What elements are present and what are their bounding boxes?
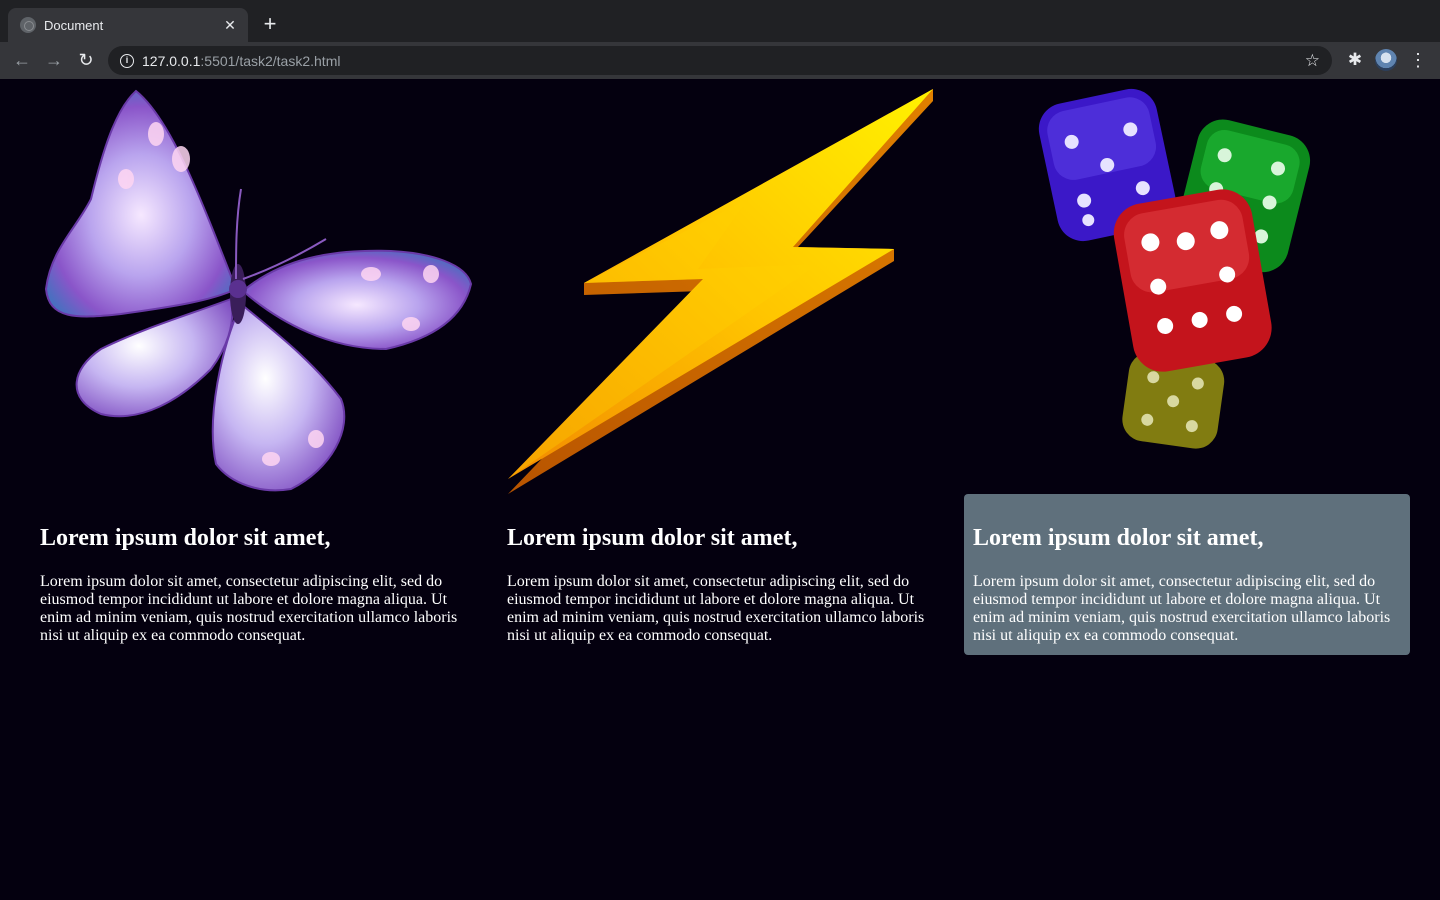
bookmark-star-icon[interactable]: ☆ <box>1305 51 1320 71</box>
card-text: Lorem ipsum dolor sit amet, consectetur … <box>40 573 458 644</box>
card-dice: Lorem ipsum dolor sit amet, Lorem ipsum … <box>964 79 1410 655</box>
profile-avatar[interactable] <box>1375 49 1397 71</box>
new-tab-button[interactable]: + <box>258 13 282 37</box>
card-text: Lorem ipsum dolor sit amet, consectetur … <box>973 573 1391 644</box>
tab-title: Document <box>44 17 104 33</box>
browser-menu-icon[interactable]: ⋮ <box>1408 49 1428 71</box>
browser-tab[interactable]: Document ✕ <box>8 8 248 42</box>
url-text[interactable]: 127.0.0.1:5501/task2/task2.html <box>142 53 1305 69</box>
extensions-puzzle-icon[interactable]: ✱ <box>1344 49 1366 71</box>
card-butterfly: Lorem ipsum dolor sit amet, Lorem ipsum … <box>31 79 477 655</box>
reload-button[interactable]: ↻ <box>74 48 98 72</box>
card-body: Lorem ipsum dolor sit amet, Lorem ipsum … <box>498 494 944 655</box>
butterfly-image <box>31 79 477 494</box>
card-title: Lorem ipsum dolor sit amet, <box>973 525 1264 551</box>
page-content: Lorem ipsum dolor sit amet, Lorem ipsum … <box>0 79 1440 900</box>
back-button[interactable]: ← <box>10 48 34 72</box>
card-body-highlighted: Lorem ipsum dolor sit amet, Lorem ipsum … <box>964 494 1410 655</box>
forward-button[interactable]: → <box>42 48 66 72</box>
info-icon[interactable]: i <box>120 53 134 68</box>
browser-tabstrip: Document ✕ + <box>0 0 1440 42</box>
lightning-bolt-image <box>498 79 944 494</box>
url-path: :5501/task2/task2.html <box>200 52 341 69</box>
card-title: Lorem ipsum dolor sit amet, <box>507 525 798 551</box>
card-lightning: Lorem ipsum dolor sit amet, Lorem ipsum … <box>498 79 944 655</box>
dice-image <box>964 79 1410 494</box>
address-bar[interactable]: i 127.0.0.1:5501/task2/task2.html ☆ <box>108 46 1332 75</box>
url-host: 127.0.0.1 <box>142 52 201 69</box>
close-icon[interactable]: ✕ <box>222 17 238 33</box>
globe-icon <box>20 17 36 33</box>
card-body: Lorem ipsum dolor sit amet, Lorem ipsum … <box>31 494 477 655</box>
card-text: Lorem ipsum dolor sit amet, consectetur … <box>507 573 925 644</box>
card-title: Lorem ipsum dolor sit amet, <box>40 525 331 551</box>
browser-toolbar: ← → ↻ i 127.0.0.1:5501/task2/task2.html … <box>0 42 1440 79</box>
